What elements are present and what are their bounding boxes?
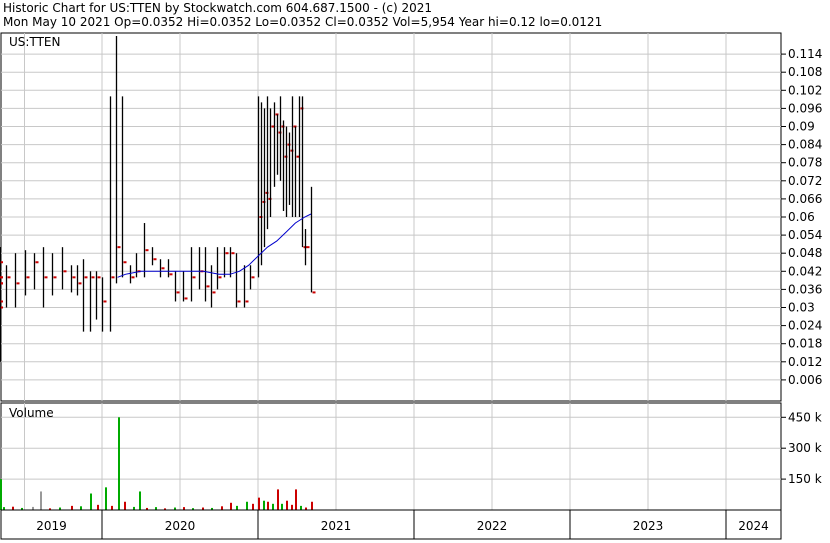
- volume-bar: [118, 417, 120, 510]
- close-tick: [63, 270, 67, 273]
- close-tick: [117, 246, 121, 249]
- close-tick: [78, 282, 82, 285]
- close-tick: [84, 276, 88, 279]
- chart-header-title: Historic Chart for US:TTEN by Stockwatch…: [3, 1, 432, 15]
- price-tick-label: 0.102: [788, 83, 822, 97]
- close-tick: [184, 297, 188, 300]
- close-tick: [161, 267, 165, 270]
- volume-bar: [311, 501, 313, 510]
- year-label: 2023: [633, 519, 664, 533]
- volume-bar: [291, 504, 293, 510]
- close-tick: [72, 276, 76, 279]
- volume-bar: [111, 505, 113, 510]
- year-label: 2021: [321, 519, 352, 533]
- close-tick: [91, 276, 95, 279]
- close-tick: [111, 276, 115, 279]
- year-label: 2019: [36, 519, 67, 533]
- volume-bar: [252, 503, 254, 510]
- close-tick: [97, 276, 101, 279]
- close-tick: [145, 249, 149, 252]
- close-tick: [131, 276, 135, 279]
- volume-bar: [90, 493, 92, 510]
- close-tick: [212, 291, 216, 294]
- price-tick-label: 0.096: [788, 101, 822, 115]
- price-tick-label: 0.084: [788, 138, 822, 152]
- year-label: 2024: [738, 519, 769, 533]
- symbol-label: US:TTEN: [9, 35, 60, 49]
- volume-tick-label: 300 k: [788, 441, 822, 455]
- volume-bar: [272, 503, 274, 510]
- close-tick: [231, 252, 235, 255]
- close-tick: [0, 276, 2, 279]
- price-tick-label: 0.114: [788, 47, 822, 61]
- price-tick-label: 0.054: [788, 228, 822, 242]
- volume-bar: [124, 501, 126, 510]
- volume-tick-label: 450 k: [788, 410, 822, 424]
- close-tick: [7, 276, 11, 279]
- close-tick: [44, 276, 48, 279]
- volume-bar: [236, 505, 238, 510]
- price-tick-label: 0.042: [788, 264, 822, 278]
- close-tick: [53, 276, 57, 279]
- volume-bar: [267, 501, 269, 510]
- price-tick-label: 0.066: [788, 192, 822, 206]
- volume-bar: [105, 487, 107, 510]
- close-tick: [312, 291, 316, 294]
- close-tick: [153, 258, 157, 261]
- volume-bar: [263, 500, 265, 510]
- close-tick: [218, 276, 222, 279]
- volume-bar: [246, 501, 248, 510]
- volume-bar: [40, 491, 42, 510]
- volume-bar: [80, 506, 82, 510]
- close-tick: [103, 300, 107, 303]
- volume-bar: [230, 502, 232, 510]
- price-tick-label: 0.108: [788, 65, 822, 79]
- volume-bar: [286, 500, 288, 510]
- year-label: 2022: [477, 519, 508, 533]
- close-tick: [26, 276, 30, 279]
- price-tick-label: 0.03: [788, 301, 815, 315]
- volume-bar: [221, 506, 223, 510]
- stock-chart: Historic Chart for US:TTEN by Stockwatch…: [0, 0, 830, 543]
- volume-bar: [300, 505, 302, 510]
- price-tick-label: 0.024: [788, 319, 822, 333]
- volume-bar: [277, 489, 279, 510]
- price-tick-label: 0.048: [788, 246, 822, 260]
- volume-axis-ticks: 450 k 300 k 150 k: [781, 410, 822, 486]
- volume-bar: [71, 505, 73, 510]
- price-tick-label: 0.006: [788, 373, 822, 387]
- close-tick: [192, 276, 196, 279]
- close-tick: [176, 291, 180, 294]
- volume-bar: [281, 503, 283, 510]
- chart-header-stats: Mon May 10 2021 Op=0.0352 Hi=0.0352 Lo=0…: [3, 15, 602, 29]
- volume-bar: [97, 504, 99, 510]
- volume-bar: [0, 479, 2, 510]
- price-tick-label: 0.018: [788, 337, 822, 351]
- volume-bar: [258, 497, 260, 510]
- close-tick: [251, 276, 255, 279]
- close-tick: [206, 285, 210, 288]
- price-tick-label: 0.078: [788, 156, 822, 170]
- close-tick: [225, 252, 229, 255]
- volume-label: Volume: [9, 406, 54, 420]
- volume-tick-label: 150 k: [788, 472, 822, 486]
- price-tick-label: 0.06: [788, 210, 815, 224]
- price-tick-label: 0.012: [788, 355, 822, 369]
- year-label: 2020: [165, 519, 196, 533]
- price-tick-label: 0.036: [788, 282, 822, 296]
- close-tick: [123, 261, 127, 264]
- close-tick: [169, 273, 173, 276]
- close-tick: [306, 246, 310, 249]
- price-tick-label: 0.09: [788, 120, 815, 134]
- close-tick: [35, 261, 39, 264]
- close-tick: [16, 282, 20, 285]
- volume-bar: [139, 491, 141, 510]
- price-tick-label: 0.072: [788, 174, 822, 188]
- volume-bar: [295, 489, 297, 510]
- close-tick: [245, 300, 249, 303]
- close-tick: [237, 300, 241, 303]
